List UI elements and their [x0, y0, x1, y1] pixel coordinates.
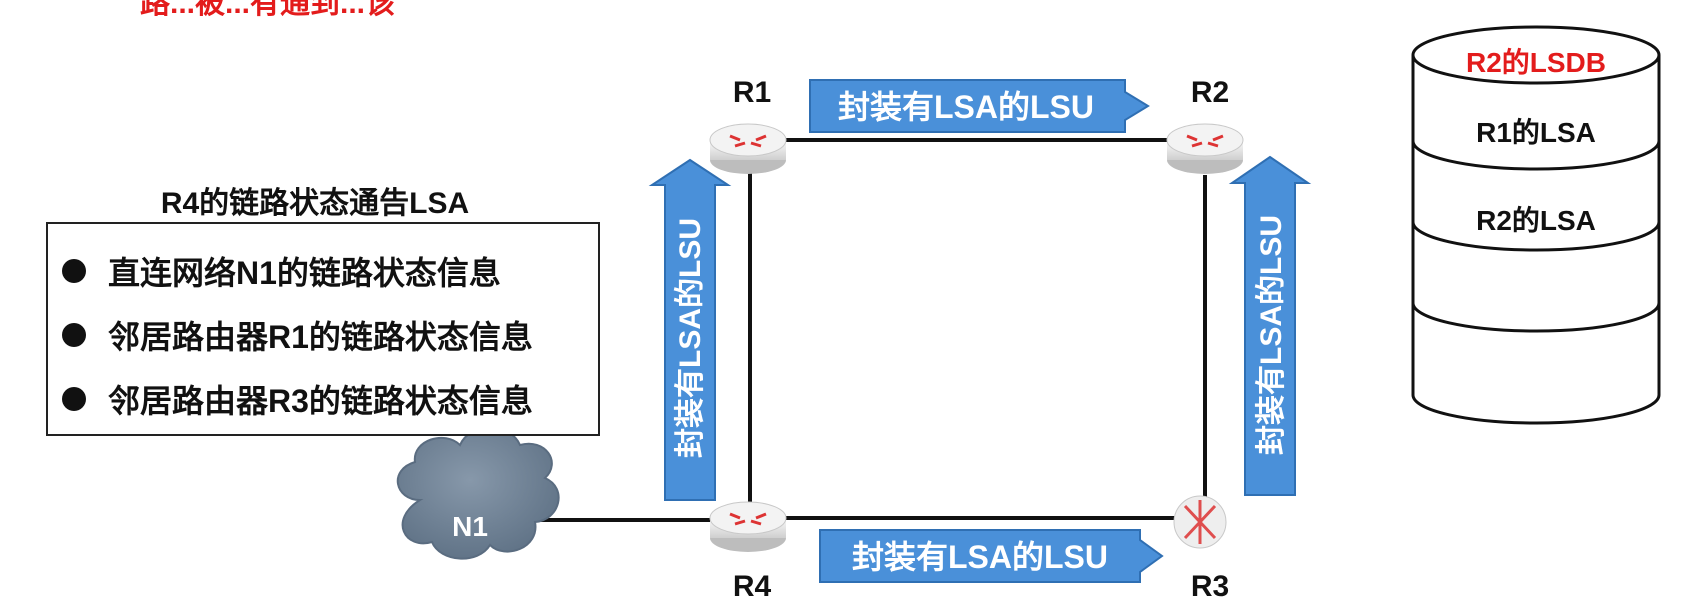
- arrow-left: 封装有LSA的LSU: [648, 158, 732, 501]
- lsa-item: 邻居路由器R3的链路状态信息: [62, 376, 533, 422]
- network-n1-label: N1: [452, 511, 488, 542]
- lsdb-entry: R2的LSA: [1476, 204, 1596, 236]
- lsa-item: 邻居路由器R1的链路状态信息: [62, 312, 533, 358]
- arrow-bottom: 封装有LSA的LSU: [819, 529, 1164, 583]
- arrow-right-label: 封装有LSA的LSU: [1255, 215, 1288, 455]
- bullet-icon: [62, 323, 86, 347]
- lsa-item-text: 邻居路由器R1的链路状态信息: [108, 319, 533, 355]
- arrow-top: 封装有LSA的LSU: [809, 79, 1150, 133]
- router-r4-label: R4: [733, 570, 772, 603]
- bullet-icon: [62, 387, 86, 411]
- router-r4[interactable]: [709, 501, 787, 552]
- router-r3-label: R3: [1191, 570, 1229, 603]
- router-r3[interactable]: [1173, 495, 1227, 549]
- lsdb-title: R2的LSDB: [1466, 46, 1606, 78]
- lsa-item-text: 直连网络N1的链路状态信息: [108, 255, 501, 291]
- arrow-bottom-label: 封装有LSA的LSU: [852, 539, 1108, 575]
- network-n1-cloud[interactable]: N1: [396, 426, 560, 560]
- router-r1-label: R1: [733, 76, 771, 109]
- arrow-top-label: 封装有LSA的LSU: [838, 89, 1094, 125]
- router-r1[interactable]: [709, 123, 787, 174]
- lsa-item: 直连网络N1的链路状态信息: [62, 248, 501, 294]
- lsa-panel-title: R4的链路状态通告LSA: [160, 187, 470, 220]
- arrow-right: 封装有LSA的LSU: [1228, 155, 1312, 496]
- lsdb-entry: R1的LSA: [1476, 116, 1596, 148]
- links: [540, 138, 1207, 522]
- arrow-left-label: 封装有LSA的LSU: [674, 218, 707, 458]
- router-r2-label: R2: [1191, 76, 1229, 109]
- lsa-panel: 直连网络N1的链路状态信息 邻居路由器R1的链路状态信息 邻居路由器R3的链路状…: [46, 222, 600, 436]
- router-r2[interactable]: [1166, 123, 1244, 174]
- bullet-icon: [62, 259, 86, 283]
- lsa-item-text: 邻居路由器R3的链路状态信息: [108, 383, 533, 419]
